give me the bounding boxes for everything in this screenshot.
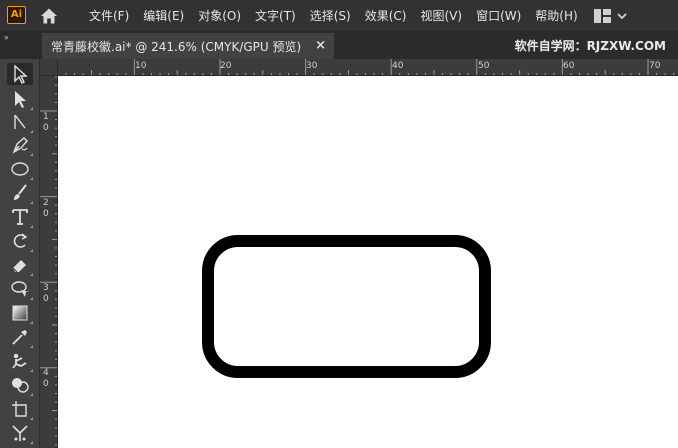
ruler-label: 4 0: [43, 368, 49, 389]
menu-select[interactable]: 选择(S): [303, 7, 358, 24]
vertical-ruler[interactable]: 1 0 2 0 3 0 4 0: [40, 76, 58, 448]
type-icon: [12, 209, 28, 225]
ruler-label: 2 0: [43, 198, 49, 219]
symbol-sprayer-tool[interactable]: [7, 422, 33, 444]
document-tab[interactable]: 常青藤校徽.ai* @ 241.6% (CMYK/GPU 预览) ×: [42, 33, 334, 59]
ruler-label: 30: [306, 61, 318, 71]
paintbrush-icon: [14, 184, 27, 200]
pen-tool[interactable]: [7, 134, 33, 156]
menu-file[interactable]: 文件(F): [82, 7, 136, 24]
type-tool[interactable]: [7, 206, 33, 228]
curvature-tool[interactable]: [7, 111, 33, 133]
menu-window[interactable]: 窗口(W): [469, 7, 528, 24]
artboard-tool[interactable]: [7, 398, 33, 420]
close-icon[interactable]: ×: [315, 38, 326, 53]
direct-selection-tool[interactable]: [7, 88, 33, 110]
menu-type[interactable]: 文字(T): [248, 7, 303, 24]
eraser-icon: [12, 260, 26, 273]
artboard-icon: [12, 401, 27, 417]
selection-arrow-icon: [14, 64, 28, 84]
gradient-tool[interactable]: [7, 302, 33, 324]
artboard-canvas[interactable]: [58, 76, 678, 448]
ruler-label: 60: [563, 61, 575, 71]
ruler-label: 40: [392, 61, 404, 71]
ruler-origin[interactable]: [40, 59, 58, 76]
horizontal-ruler[interactable]: 10 20 30 40 50 60 70: [58, 59, 678, 76]
shape-builder-tool[interactable]: [7, 374, 33, 396]
menu-help[interactable]: 帮助(H): [528, 7, 584, 24]
puppet-warp-icon: [12, 353, 27, 369]
paintbrush-tool[interactable]: [7, 182, 33, 204]
ruler-label: 70: [649, 61, 661, 71]
ruler-label: 10: [135, 61, 147, 71]
lasso-icon: [11, 281, 29, 297]
puppet-warp-tool[interactable]: [7, 350, 33, 372]
ellipse-icon: [11, 162, 29, 176]
pen-icon: [12, 137, 28, 154]
main-menu: 文件(F) 编辑(E) 对象(O) 文字(T) 选择(S) 效果(C) 视图(V…: [82, 0, 585, 31]
selection-tool[interactable]: [7, 63, 33, 85]
menu-bar: Ai 文件(F) 编辑(E) 对象(O) 文字(T) 选择(S) 效果(C) 视…: [0, 0, 678, 31]
ellipse-tool[interactable]: [7, 158, 33, 180]
rotate-icon: [13, 233, 28, 248]
eyedropper-tool[interactable]: [7, 326, 33, 348]
symbol-sprayer-icon: [12, 425, 28, 441]
menu-object[interactable]: 对象(O): [191, 7, 248, 24]
workspace-switcher[interactable]: [594, 7, 634, 24]
document-tab-title: 常青藤校徽.ai* @ 241.6% (CMYK/GPU 预览): [51, 39, 302, 54]
collapse-panels-icon[interactable]: »: [4, 33, 9, 42]
ruler-label: 3 0: [43, 283, 49, 304]
eyedropper-icon: [12, 330, 27, 345]
eraser-tool[interactable]: [7, 254, 33, 276]
ruler-label: 1 0: [43, 112, 49, 133]
menu-edit[interactable]: 编辑(E): [136, 7, 191, 24]
document-tab-bar: » 常青藤校徽.ai* @ 241.6% (CMYK/GPU 预览) × 软件自…: [0, 31, 678, 59]
workspace-layout-icon: [594, 8, 611, 23]
ruler-label: 50: [478, 61, 490, 71]
home-icon[interactable]: [38, 6, 60, 26]
shape-builder-icon: [12, 378, 29, 393]
tools-panel: [0, 59, 40, 448]
direct-selection-icon: [15, 91, 26, 108]
watermark-text: 软件自学网：RJZXW.COM: [514, 39, 666, 53]
chevron-down-icon: [617, 12, 627, 19]
lasso-tool[interactable]: [7, 278, 33, 300]
menu-view[interactable]: 视图(V): [413, 7, 469, 24]
gradient-icon: [12, 305, 28, 321]
ruler-label: 20: [220, 61, 232, 71]
curvature-icon: [14, 114, 26, 129]
rounded-rectangle-shape[interactable]: [202, 235, 491, 378]
rotate-tool[interactable]: [7, 230, 33, 252]
menu-effect[interactable]: 效果(C): [358, 7, 414, 24]
app-logo: Ai: [7, 6, 26, 24]
